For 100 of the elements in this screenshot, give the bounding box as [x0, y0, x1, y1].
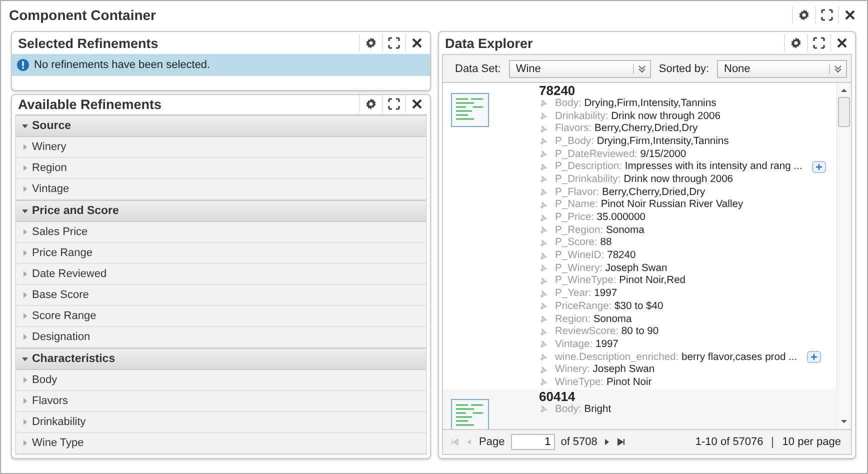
facet-item[interactable]: Wine Type [16, 433, 426, 454]
pin-icon[interactable] [539, 112, 547, 120]
pin-icon[interactable] [539, 353, 547, 362]
expand-icon[interactable] [812, 160, 826, 173]
field-text: ReviewScore: 80 to 90 [555, 326, 659, 338]
field-text: Body: Drying,Firm,Intensity,Tannins [555, 98, 716, 109]
caret-icon [22, 419, 28, 425]
field-text: Vintage: 1997 [555, 338, 618, 350]
pin-icon[interactable] [539, 214, 547, 222]
caret-icon [22, 356, 28, 362]
pin-icon[interactable] [539, 252, 547, 260]
page-label: Page [479, 436, 505, 448]
field-text: P_Price: 35.000000 [555, 212, 646, 224]
field-text: WineType: Pinot Noir [555, 376, 652, 388]
caret-icon [22, 144, 28, 150]
field-text: PriceRange: $30 to $40 [555, 300, 664, 312]
field-text: P_Winery: Joseph Swan [555, 262, 668, 274]
field-text: P_Flavor: Berry,Cherry,Dried,Dry [555, 186, 706, 198]
field-text: P_Region: Sonoma [555, 224, 644, 236]
caret-icon [22, 440, 28, 446]
pin-icon[interactable] [539, 378, 547, 386]
document-icon [451, 93, 489, 127]
data-set-dropdown[interactable]: Wine [508, 60, 651, 78]
pin-icon[interactable] [539, 302, 547, 310]
facet-item[interactable]: Sales Price [16, 222, 426, 243]
caret-icon [22, 229, 28, 235]
facet-item[interactable]: Base Score [16, 285, 426, 306]
page-count: of 5708 [560, 436, 598, 448]
caret-icon [22, 334, 28, 340]
facet-group-header[interactable]: Source [16, 115, 426, 137]
pin-icon[interactable] [539, 162, 547, 171]
field-text: P_Description: Impresses with its intensity and rang ... [555, 161, 802, 172]
caret-icon [22, 123, 28, 129]
scroll-up-icon[interactable] [840, 87, 848, 93]
pin-icon[interactable] [539, 405, 547, 414]
sorted-by-label: Sorted by: [658, 62, 709, 74]
field-text: P_Score: 88 [555, 237, 612, 248]
facet-group-header[interactable]: Characteristics [16, 348, 426, 370]
facet-item[interactable]: Drinkability [16, 412, 426, 433]
field-text: P_DateReviewed: 9/15/2000 [555, 148, 686, 160]
scroll-thumb[interactable] [838, 97, 850, 127]
caret-icon [22, 398, 28, 404]
field-text: P_Name: Pinot Noir Russian River Valley [555, 199, 744, 210]
field-text: Body: Bright [555, 404, 612, 415]
record-range: 1-10 of 57076 [695, 436, 764, 448]
last-page-icon[interactable] [617, 438, 626, 446]
expand-icon[interactable] [807, 351, 822, 364]
field-text: Flavors: Berry,Cherry,Dried,Dry [555, 123, 698, 134]
pin-icon[interactable] [539, 340, 547, 348]
record-id: 60414 [539, 390, 576, 403]
facet-item[interactable]: Region [16, 158, 426, 179]
pin-icon[interactable] [539, 150, 547, 158]
caret-icon [22, 292, 28, 298]
pin-icon[interactable] [539, 188, 547, 196]
container-title: Component Container [9, 7, 156, 23]
info-icon [17, 59, 29, 71]
caret-icon [22, 377, 28, 383]
pin-icon[interactable] [539, 200, 547, 209]
sorted-by-dropdown[interactable]: None [717, 60, 847, 78]
pin-icon[interactable] [539, 124, 547, 133]
facet-item[interactable]: Body [16, 370, 426, 391]
field-text: Region: Sonoma [555, 314, 632, 325]
field-text: P_WineType: Pinot Noir,Red [555, 275, 686, 286]
field-text: Winery: Joseph Swan [555, 364, 655, 376]
pin-icon[interactable] [539, 238, 547, 247]
per-page-label: 10 per page [782, 436, 841, 448]
info-message: No refinements have been selected. [34, 59, 210, 71]
panel-title: Available Refinements [18, 96, 162, 112]
field-text: P_Drinkability: Drink now through 2006 [555, 174, 734, 185]
record-id: 78240 [539, 84, 576, 97]
field-text: P_Year: 1997 [555, 288, 618, 300]
facet-item[interactable]: Winery [16, 137, 426, 158]
caret-icon [22, 208, 28, 214]
next-page-icon[interactable] [603, 438, 612, 446]
facet-item[interactable]: Price Range [16, 243, 426, 264]
facet-item[interactable]: Flavors [16, 391, 426, 412]
pin-icon[interactable] [539, 175, 547, 184]
scroll-down-icon[interactable] [840, 419, 848, 425]
caret-icon [22, 186, 28, 192]
caret-icon [22, 271, 28, 277]
caret-icon [22, 250, 28, 256]
field-text: Drinkability: Drink now through 2006 [555, 110, 720, 122]
data-set-label: Data Set: [455, 62, 501, 74]
pin-icon[interactable] [539, 99, 547, 108]
caret-icon [22, 165, 28, 171]
pin-icon[interactable] [539, 328, 547, 336]
pin-icon[interactable] [539, 226, 547, 234]
facet-item[interactable]: Date Reviewed [16, 264, 426, 285]
pin-icon[interactable] [539, 264, 547, 272]
facet-item[interactable]: Score Range [16, 306, 426, 327]
pin-icon[interactable] [539, 290, 547, 298]
scrollbar[interactable] [836, 83, 851, 429]
pin-icon[interactable] [539, 276, 547, 285]
field-text: P_Body: Drying,Firm,Intensity,Tannins [555, 136, 729, 147]
pin-icon[interactable] [539, 366, 547, 374]
pin-icon[interactable] [539, 137, 547, 146]
field-text: wine.Description_enriched: berry flavor,cases prod ... [555, 352, 798, 363]
page-input[interactable]: 1 [510, 434, 555, 450]
facet-group-header[interactable]: Price and Score [16, 200, 426, 222]
pin-icon[interactable] [539, 315, 547, 324]
